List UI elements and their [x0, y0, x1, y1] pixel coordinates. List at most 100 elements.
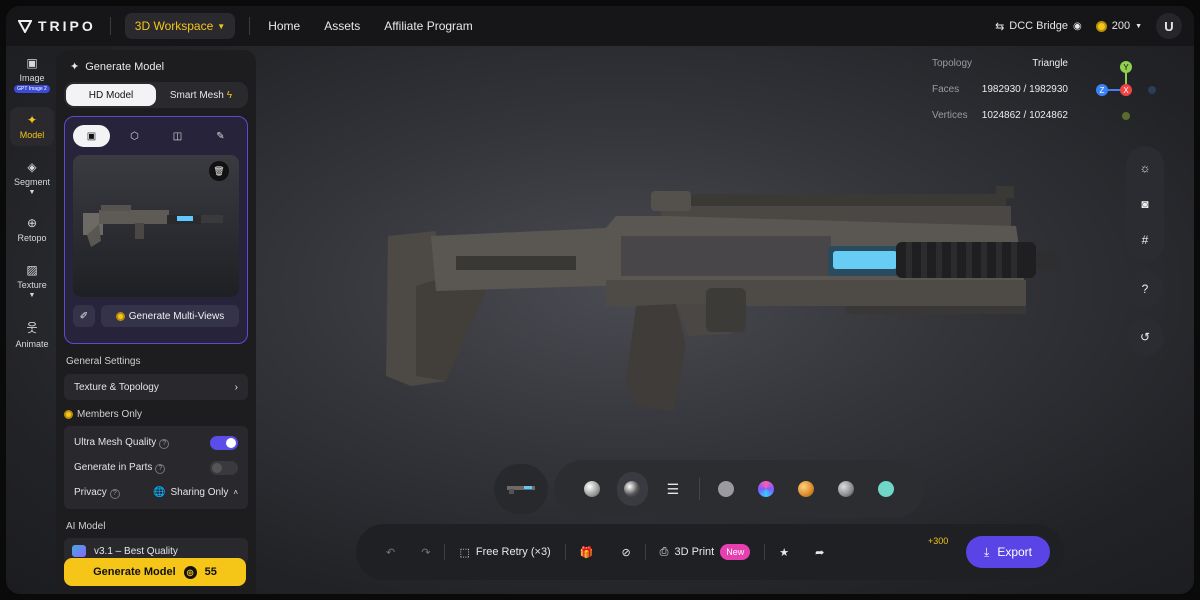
nav-home[interactable]: Home: [268, 19, 300, 33]
material-swatch-1[interactable]: [706, 481, 746, 497]
y-axis-label: Y: [1123, 63, 1129, 72]
x-axis-label: X: [1123, 86, 1129, 95]
credits-button[interactable]: 200 ▼: [1095, 20, 1142, 32]
ultra-mesh-quality-toggle[interactable]: [210, 435, 238, 450]
material-swatch-2[interactable]: [746, 481, 786, 497]
brush-button[interactable]: ✐: [73, 305, 95, 327]
shading-white-button[interactable]: [572, 481, 612, 497]
export-button[interactable]: ⤓ Export: [966, 536, 1050, 568]
rail-item-texture[interactable]: ▨ Texture ▼: [10, 257, 54, 305]
sphere-icon: [584, 481, 600, 497]
generate-model-button[interactable]: Generate Model ◎ 55: [64, 558, 246, 586]
rail-item-segment[interactable]: ◈ Segment ▼: [10, 154, 54, 202]
axis-gizmo[interactable]: Y Z X: [1092, 60, 1160, 126]
top-bar: TRIPO 3D Workspace ▼ Home Assets Affilia…: [6, 6, 1194, 46]
faces-value: 1982930 / 1982930: [981, 84, 1068, 95]
share-icon: ➦: [815, 546, 825, 559]
undo-button[interactable]: ↶: [386, 546, 395, 559]
tab-gallery-input[interactable]: ◫: [159, 125, 196, 147]
gun-thumbnail-icon: [507, 486, 535, 494]
members-only-label: Members Only: [77, 409, 143, 420]
coin-icon: [115, 311, 125, 321]
favorite-button[interactable]: ★: [779, 546, 789, 559]
share-reward: +300: [928, 536, 949, 546]
viewport-tools: ☼ ◙ # ? ↺: [1126, 146, 1164, 366]
texture-topology-label: Texture & Topology: [74, 381, 159, 393]
sphere-icon: [877, 481, 894, 497]
pencil-icon: ✎: [216, 130, 225, 142]
gift-icon: 🎁: [579, 546, 594, 559]
redo-icon: ↷: [421, 546, 431, 559]
dcc-bridge-label: DCC Bridge: [1009, 20, 1068, 32]
avatar[interactable]: U: [1156, 13, 1182, 39]
workspace-dropdown[interactable]: 3D Workspace ▼: [124, 13, 236, 39]
tab-smart-mesh[interactable]: Smart Mesh ϟ: [156, 84, 246, 106]
material-swatch-3[interactable]: [786, 481, 826, 497]
mode-switch: HD Model Smart Mesh ϟ: [64, 82, 248, 108]
view-tools-group: ☼ ◙ #: [1126, 146, 1164, 262]
grid-icon: #: [1141, 233, 1149, 247]
privacy-dropdown[interactable]: 🌐 Sharing Only ˄: [153, 487, 238, 498]
chevron-down-icon: ▼: [28, 292, 36, 299]
tab-multiview-input[interactable]: ⬡: [116, 125, 153, 147]
help-icon[interactable]: ?: [159, 438, 170, 449]
tab-hd-model[interactable]: HD Model: [66, 84, 156, 106]
input-image-preview[interactable]: 🗑: [73, 155, 239, 297]
sparkle-icon: ✦: [70, 61, 80, 73]
top-right-controls: ⇆ DCC Bridge ◉ 200 ▼ U: [995, 13, 1182, 39]
rail-item-retopo[interactable]: ⊕ Retopo: [10, 210, 54, 249]
vertices-label: Vertices: [932, 110, 968, 121]
lighting-button[interactable]: ☼: [1126, 150, 1164, 186]
material-swatch-4[interactable]: [826, 481, 866, 497]
material-swatch-5[interactable]: [866, 481, 906, 497]
sphere-icon: [837, 481, 854, 497]
rail-item-image[interactable]: ▣ Image GPT Image 2: [10, 50, 54, 99]
top-nav: Home Assets Affiliate Program: [268, 19, 497, 33]
faces-label: Faces: [932, 84, 960, 95]
sharing-only-label: Sharing Only: [170, 487, 229, 498]
topology-value: Triangle: [1032, 58, 1068, 69]
nav-affiliate-program[interactable]: Affiliate Program: [384, 19, 472, 33]
ultra-mesh-quality-label: Ultra Mesh Quality: [74, 436, 157, 448]
adjust-button[interactable]: ☰: [653, 481, 693, 498]
generate-multiviews-button[interactable]: Generate Multi-Views: [101, 305, 239, 327]
new-badge: New: [720, 544, 751, 560]
orbit-button[interactable]: ⊘: [621, 546, 630, 559]
question-icon: ?: [1141, 282, 1149, 296]
nav-assets[interactable]: Assets: [324, 19, 360, 33]
model-thumbnail-pill[interactable]: [494, 464, 548, 514]
divider: [249, 17, 251, 35]
image-icon: ▣: [86, 130, 97, 142]
generate-in-parts-toggle[interactable]: [210, 460, 238, 475]
blender-icon: ◉: [1072, 20, 1082, 32]
history-button[interactable]: ↺: [1126, 318, 1164, 356]
texture-topology-row[interactable]: Texture & Topology ›: [64, 374, 248, 400]
dcc-bridge-button[interactable]: ⇆ DCC Bridge ◉: [995, 20, 1082, 33]
rail-item-animate[interactable]: 웃 Animate: [10, 313, 54, 355]
privacy-label: Privacy: [74, 486, 107, 498]
rail-item-model[interactable]: ✦ Model: [10, 107, 54, 146]
tab-image-input[interactable]: ▣: [73, 125, 110, 147]
3d-print-button[interactable]: ⎙ 3D Print New: [660, 544, 751, 560]
share-button[interactable]: ➦: [815, 546, 824, 559]
redo-button[interactable]: ↷: [421, 546, 430, 559]
help-icon[interactable]: ?: [155, 463, 166, 474]
brand-logo[interactable]: TRIPO: [18, 18, 96, 34]
grid-button[interactable]: #: [1126, 222, 1164, 258]
generate-in-parts-row: Generate in Parts?: [74, 455, 238, 480]
gift-button[interactable]: 🎁: [580, 546, 594, 559]
shading-dark-button[interactable]: [617, 472, 648, 506]
ultra-mesh-quality-row: Ultra Mesh Quality?: [74, 430, 238, 455]
general-settings-heading: General Settings: [66, 356, 141, 367]
brand-name: TRIPO: [38, 18, 96, 34]
tab-draw-input[interactable]: ✎: [202, 125, 239, 147]
rail-item-label: Segment: [13, 177, 51, 187]
generate-cost: 55: [204, 566, 217, 578]
model-viewport[interactable]: [376, 176, 1066, 426]
help-button[interactable]: ?: [1126, 270, 1164, 308]
free-retry-button[interactable]: ⬚ Free Retry (×3): [459, 546, 550, 559]
help-icon[interactable]: ?: [109, 488, 120, 499]
screenshot-button[interactable]: ◙: [1126, 186, 1164, 222]
tripo-logo-icon: [18, 20, 32, 33]
delete-image-button[interactable]: 🗑: [209, 161, 229, 181]
